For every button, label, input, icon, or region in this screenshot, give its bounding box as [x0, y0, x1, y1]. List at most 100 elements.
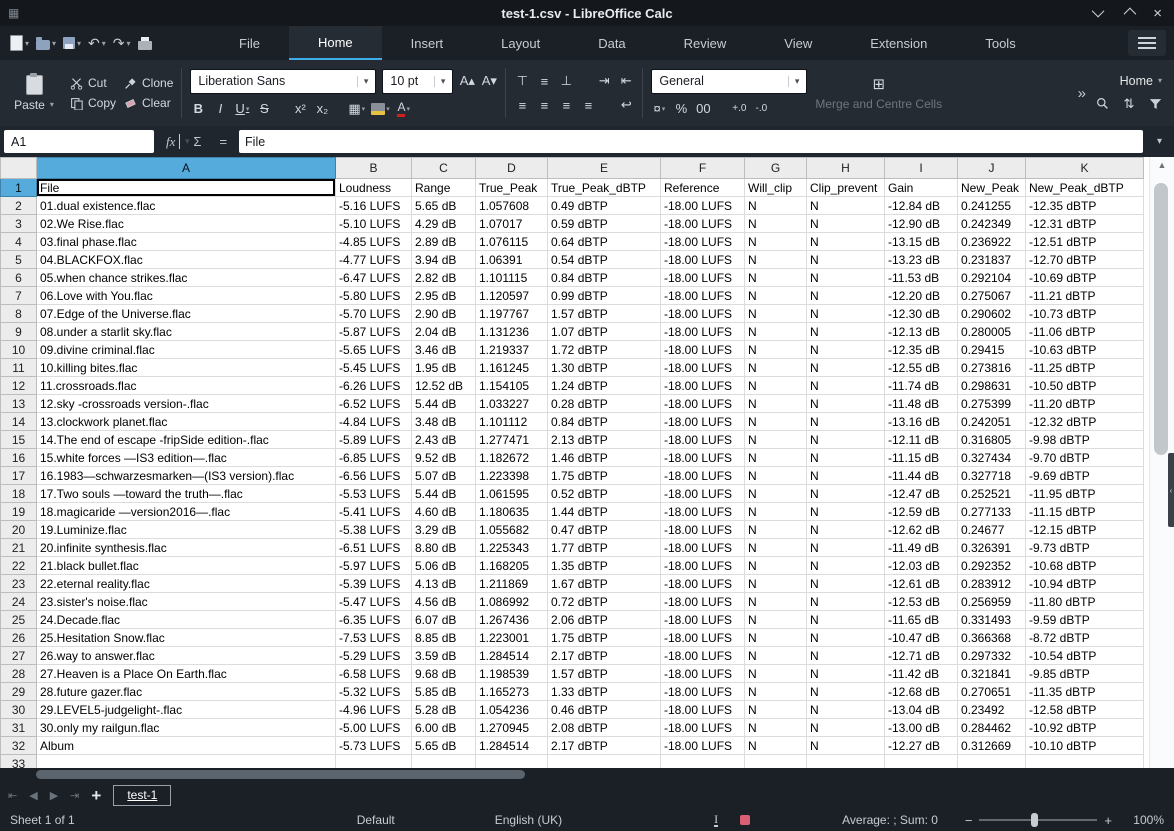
cell[interactable] [37, 755, 336, 769]
center-vertically-button[interactable]: ≡ [536, 72, 552, 90]
cell[interactable]: 1.35 dBTP [548, 557, 661, 575]
cell[interactable]: N [807, 521, 885, 539]
cell[interactable]: -12.84 dB [885, 197, 958, 215]
cell[interactable]: -5.10 LUFS [336, 215, 412, 233]
cell[interactable]: 11.crossroads.flac [37, 377, 336, 395]
cell[interactable]: -12.13 dB [885, 323, 958, 341]
cell[interactable]: 1.07017 [476, 215, 548, 233]
cell[interactable]: 1.77 dBTP [548, 539, 661, 557]
cell[interactable]: -11.20 dBTP [1026, 395, 1144, 413]
row-header-13[interactable]: 13 [1, 395, 37, 413]
cell[interactable]: -13.00 dB [885, 719, 958, 737]
paste-button[interactable]: Paste▾ [6, 75, 62, 112]
close-button[interactable]: × [1153, 6, 1162, 21]
cell[interactable]: -11.21 dBTP [1026, 287, 1144, 305]
cell[interactable]: 0.280005 [958, 323, 1026, 341]
cell[interactable]: 1.06391 [476, 251, 548, 269]
cell[interactable]: 0.277133 [958, 503, 1026, 521]
cell[interactable]: 0.49 dBTP [548, 197, 661, 215]
cell[interactable]: 1.198539 [476, 665, 548, 683]
cell[interactable]: -18.00 LUFS [661, 377, 745, 395]
cell[interactable]: 4.13 dB [412, 575, 476, 593]
font-name-select[interactable]: Liberation Sans ▾ [190, 69, 376, 94]
cell[interactable]: -4.84 LUFS [336, 413, 412, 431]
row-header-26[interactable]: 26 [1, 629, 37, 647]
cell[interactable]: 04.BLACKFOX.flac [37, 251, 336, 269]
cell[interactable]: N [807, 377, 885, 395]
cell[interactable]: -12.51 dBTP [1026, 233, 1144, 251]
cell[interactable]: Gain [885, 179, 958, 197]
cell[interactable]: -18.00 LUFS [661, 485, 745, 503]
cell[interactable]: 1.284514 [476, 647, 548, 665]
cell[interactable]: -10.47 dB [885, 629, 958, 647]
cell[interactable]: 13.clockwork planet.flac [37, 413, 336, 431]
save-button[interactable]: ▾ [63, 37, 81, 49]
cell[interactable]: N [745, 395, 807, 413]
cell[interactable]: -12.70 dBTP [1026, 251, 1144, 269]
cell[interactable]: -12.59 dB [885, 503, 958, 521]
cell[interactable]: 1.061595 [476, 485, 548, 503]
cell[interactable]: 0.292352 [958, 557, 1026, 575]
cell[interactable]: -11.15 dB [885, 449, 958, 467]
formula-input-line[interactable] [239, 130, 1143, 153]
cell[interactable]: -12.30 dB [885, 305, 958, 323]
next-sheet-button[interactable]: ▶ [50, 789, 58, 802]
cell[interactable]: 0.23492 [958, 701, 1026, 719]
cell[interactable]: -11.44 dB [885, 467, 958, 485]
cell[interactable]: N [745, 701, 807, 719]
cell[interactable]: -13.04 dB [885, 701, 958, 719]
cell[interactable]: New_Peak_dBTP [1026, 179, 1144, 197]
cell[interactable]: -18.00 LUFS [661, 395, 745, 413]
superscript-button[interactable]: x² [292, 100, 308, 118]
row-header-27[interactable]: 27 [1, 647, 37, 665]
cell[interactable]: N [807, 557, 885, 575]
row-header-3[interactable]: 3 [1, 215, 37, 233]
cell[interactable]: 1.57 dBTP [548, 665, 661, 683]
undo-button[interactable]: ↶▾ [88, 36, 106, 50]
cell[interactable]: 21.black bullet.flac [37, 557, 336, 575]
align-center-button[interactable]: ≡ [536, 96, 552, 114]
cell[interactable]: 0.241255 [958, 197, 1026, 215]
row-header-12[interactable]: 12 [1, 377, 37, 395]
cell[interactable]: -5.70 LUFS [336, 305, 412, 323]
cell[interactable]: 2.17 dBTP [548, 737, 661, 755]
cell[interactable]: 1.223001 [476, 629, 548, 647]
cell[interactable]: N [807, 341, 885, 359]
cell[interactable]: -18.00 LUFS [661, 575, 745, 593]
cell[interactable]: -5.65 LUFS [336, 341, 412, 359]
cell[interactable]: 1.46 dBTP [548, 449, 661, 467]
cell[interactable]: -18.00 LUFS [661, 251, 745, 269]
horizontal-scrollbar-thumb[interactable] [36, 770, 525, 779]
cell[interactable]: 2.95 dB [412, 287, 476, 305]
cell[interactable]: -6.51 LUFS [336, 539, 412, 557]
cell[interactable]: 29.LEVEL5-judgelight-.flac [37, 701, 336, 719]
cell[interactable]: N [745, 683, 807, 701]
cell[interactable]: -12.62 dB [885, 521, 958, 539]
strikethrough-button[interactable]: S [256, 100, 272, 118]
align-bottom-button[interactable]: ⊥ [558, 72, 574, 90]
bold-button[interactable]: B [190, 100, 206, 118]
cell[interactable]: 0.28 dBTP [548, 395, 661, 413]
cell[interactable]: N [807, 215, 885, 233]
cell[interactable]: -18.00 LUFS [661, 629, 745, 647]
justify-button[interactable]: ≡ [580, 96, 596, 114]
cell[interactable]: 23.sister's noise.flac [37, 593, 336, 611]
cell[interactable]: 15.white forces —IS3 edition—.flac [37, 449, 336, 467]
cell[interactable]: 1.197767 [476, 305, 548, 323]
cell[interactable]: 2.13 dBTP [548, 431, 661, 449]
cell[interactable]: 1.182672 [476, 449, 548, 467]
cell[interactable]: N [745, 197, 807, 215]
cell[interactable]: N [745, 737, 807, 755]
cell[interactable]: 1.219337 [476, 341, 548, 359]
cell[interactable]: 1.24 dBTP [548, 377, 661, 395]
cell[interactable]: -5.38 LUFS [336, 521, 412, 539]
align-left-button[interactable]: ≡ [514, 96, 530, 114]
cell[interactable]: N [807, 467, 885, 485]
cell[interactable]: N [807, 629, 885, 647]
cell[interactable]: -10.63 dBTP [1026, 341, 1144, 359]
cell[interactable]: -5.73 LUFS [336, 737, 412, 755]
cell[interactable]: N [807, 737, 885, 755]
first-sheet-button[interactable]: ⇤ [8, 789, 17, 802]
cell[interactable]: N [745, 323, 807, 341]
cell[interactable]: N [745, 359, 807, 377]
